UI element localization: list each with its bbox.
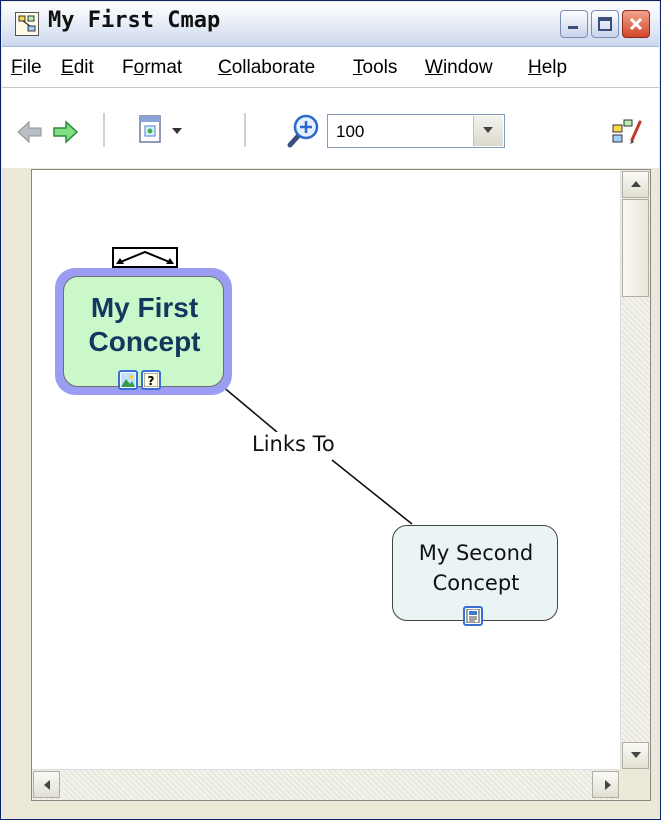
menu-collaborate[interactable]: Collaborate — [218, 57, 315, 79]
cmap-app-icon[interactable] — [15, 12, 39, 36]
image-resource-icon[interactable] — [118, 370, 138, 390]
menu-format[interactable]: Format — [122, 57, 182, 79]
chevron-down-icon[interactable] — [171, 127, 183, 135]
back-arrow-icon[interactable] — [16, 119, 44, 145]
resize-arrows-icon — [116, 250, 174, 264]
menu-edit[interactable]: Edit — [61, 57, 94, 79]
chevron-left-icon — [44, 780, 50, 790]
vertical-scrollbar[interactable] — [620, 170, 650, 770]
forward-arrow-icon[interactable] — [51, 119, 79, 145]
window-title: My First Cmap — [48, 8, 221, 33]
map-canvas-frame: My First Concept ? Links To My Second Co… — [31, 169, 651, 801]
concept-label: My Second Concept — [418, 541, 534, 595]
minimize-button[interactable] — [560, 10, 588, 38]
zoom-in-icon[interactable] — [286, 113, 320, 149]
chevron-right-icon — [605, 780, 611, 790]
menu-tools[interactable]: Tools — [353, 57, 397, 79]
zoom-value: 100 — [336, 122, 365, 141]
question-resource-icon[interactable]: ? — [141, 370, 161, 390]
menu-bar: File Edit Format Collaborate Tools Windo… — [2, 47, 659, 88]
title-bar[interactable]: My First Cmap — [2, 2, 659, 47]
styles-icon[interactable] — [610, 116, 644, 146]
vertical-scroll-thumb[interactable] — [622, 199, 649, 297]
link-line-lower[interactable] — [331, 459, 413, 525]
view-options-icon[interactable] — [137, 114, 167, 146]
concept-node-my-first-concept[interactable]: My First Concept ? — [63, 276, 224, 390]
zoom-dropdown-button[interactable] — [473, 116, 503, 146]
close-button[interactable] — [622, 10, 650, 38]
menu-file[interactable]: File — [11, 57, 42, 79]
maximize-icon — [598, 17, 612, 31]
link-line-upper[interactable] — [221, 385, 278, 433]
toolbar-separator — [103, 113, 105, 147]
chevron-down-icon — [483, 127, 493, 133]
toolbar-separator — [244, 113, 246, 147]
chevron-up-icon — [631, 181, 641, 187]
scroll-right-button[interactable] — [592, 771, 619, 798]
link-phrase[interactable]: Links To — [252, 432, 335, 456]
concept-label: My First Concept — [88, 292, 201, 357]
resize-handle[interactable] — [112, 247, 178, 268]
chevron-down-icon — [631, 752, 641, 758]
menu-window[interactable]: Window — [425, 57, 493, 79]
maximize-button[interactable] — [591, 10, 619, 38]
scroll-left-button[interactable] — [33, 771, 60, 798]
zoom-select[interactable]: 100 — [327, 114, 505, 148]
concept-map-canvas[interactable]: My First Concept ? Links To My Second Co… — [32, 170, 622, 770]
horizontal-scrollbar[interactable] — [32, 769, 622, 800]
document-resource-icon[interactable] — [463, 606, 483, 626]
scrollbar-corner — [620, 769, 650, 800]
svg-text:?: ? — [148, 374, 155, 387]
scroll-down-button[interactable] — [622, 742, 649, 769]
minimize-icon — [568, 26, 578, 29]
close-icon — [629, 17, 643, 31]
scroll-up-button[interactable] — [622, 171, 649, 198]
concept-node-my-second-concept[interactable]: My Second Concept — [392, 525, 558, 626]
menu-help[interactable]: Help — [528, 57, 567, 79]
cmap-window: My First Cmap File Edit Format Collabora… — [0, 0, 661, 820]
